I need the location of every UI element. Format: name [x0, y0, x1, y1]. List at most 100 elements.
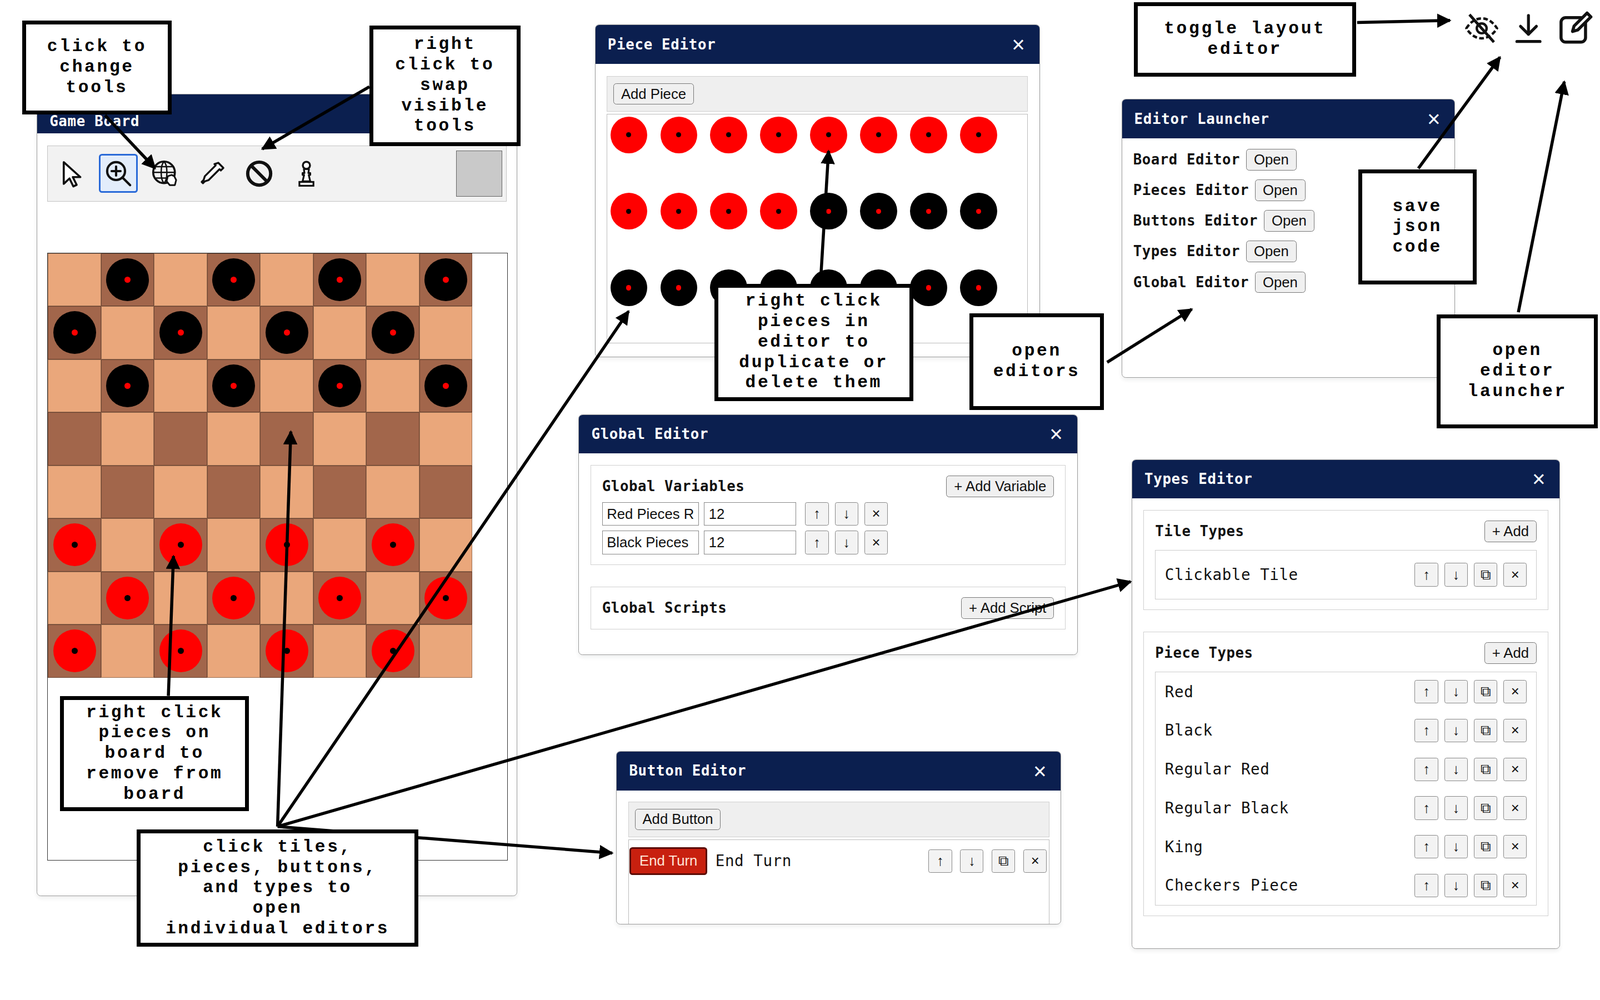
board-tile[interactable] — [366, 253, 420, 307]
board-tile[interactable] — [101, 518, 155, 572]
tool-button[interactable] — [286, 153, 326, 193]
board-tile[interactable] — [419, 306, 473, 360]
board-piece[interactable] — [265, 311, 309, 354]
title-bar[interactable]: Piece Editor× — [595, 25, 1040, 64]
move-up-button[interactable]: ↑ — [1414, 796, 1438, 820]
board-tile[interactable] — [419, 359, 473, 413]
add-variable-button[interactable]: + Add Variable — [946, 475, 1054, 498]
variable-name-field[interactable] — [602, 502, 699, 526]
board-tile[interactable] — [153, 518, 208, 572]
duplicate-button[interactable]: ⧉ — [1473, 873, 1498, 898]
board-piece[interactable] — [53, 523, 97, 567]
board-piece[interactable] — [53, 629, 97, 673]
variable-value-field[interactable] — [703, 502, 796, 526]
board-tile[interactable] — [207, 518, 261, 572]
move-up-button[interactable]: ↑ — [1414, 680, 1438, 704]
move-up-button[interactable]: ↑ — [1414, 835, 1438, 859]
duplicate-button[interactable]: ⧉ — [991, 849, 1015, 873]
delete-button[interactable]: × — [1503, 835, 1527, 859]
board-piece[interactable] — [212, 576, 255, 620]
add-script-button[interactable]: + Add Script — [961, 597, 1054, 619]
board-tile[interactable] — [47, 465, 102, 519]
piece-item[interactable] — [910, 192, 947, 230]
board-tile[interactable] — [153, 624, 208, 678]
open-button[interactable]: Open — [1246, 240, 1297, 263]
move-down-button[interactable]: ↓ — [1444, 796, 1468, 820]
board-tile[interactable] — [207, 624, 261, 678]
tool-button[interactable] — [192, 153, 232, 193]
piece-item[interactable] — [960, 269, 997, 307]
board-tile[interactable] — [366, 571, 420, 625]
tool-button[interactable] — [52, 153, 92, 193]
move-up-button[interactable]: ↑ — [805, 530, 829, 554]
board-tile[interactable] — [419, 518, 473, 572]
delete-button[interactable]: × — [1503, 796, 1527, 820]
duplicate-button[interactable]: ⧉ — [1473, 757, 1498, 782]
delete-button[interactable]: × — [1023, 849, 1047, 873]
variable-value-field[interactable] — [703, 530, 796, 554]
move-down-button[interactable]: ↓ — [960, 849, 984, 873]
delete-button[interactable]: × — [1503, 873, 1527, 898]
title-bar[interactable]: Global Editor× — [578, 415, 1077, 454]
board-tile[interactable] — [101, 306, 155, 360]
board-piece[interactable] — [371, 523, 415, 567]
color-swatch[interactable] — [456, 150, 503, 197]
add-type-button[interactable]: + Add — [1484, 642, 1537, 664]
board-piece[interactable] — [212, 364, 255, 408]
move-down-button[interactable]: ↓ — [1444, 718, 1468, 743]
board-tile[interactable] — [101, 253, 155, 307]
board-tile[interactable] — [260, 253, 314, 307]
open-button[interactable]: Open — [1246, 148, 1297, 171]
board-piece[interactable] — [212, 258, 255, 302]
piece-item[interactable] — [860, 192, 897, 230]
duplicate-button[interactable]: ⧉ — [1473, 680, 1498, 704]
open-button[interactable]: Open — [1263, 210, 1315, 232]
board-tile[interactable] — [101, 624, 155, 678]
board-tile[interactable] — [260, 359, 314, 413]
piece-item[interactable] — [860, 116, 897, 154]
move-up-button[interactable]: ↑ — [1414, 562, 1438, 587]
board-tile[interactable] — [366, 518, 420, 572]
board-tile[interactable] — [313, 359, 367, 413]
add-button-button[interactable]: Add Button — [635, 808, 722, 831]
move-down-button[interactable]: ↓ — [1444, 835, 1468, 859]
board-tile[interactable] — [153, 359, 208, 413]
board-tile[interactable] — [419, 571, 473, 625]
board-tile[interactable] — [207, 359, 261, 413]
download-icon[interactable] — [1508, 8, 1549, 49]
close-button[interactable]: × — [1031, 760, 1049, 783]
type-item[interactable]: Regular Black↑↓⧉× — [1155, 788, 1537, 828]
board-piece[interactable] — [265, 629, 309, 673]
type-item[interactable]: Black↑↓⧉× — [1155, 711, 1537, 750]
type-item[interactable]: Clickable Tile↑↓⧉× — [1155, 550, 1537, 599]
board-tile[interactable] — [207, 306, 261, 360]
board-tile[interactable] — [47, 253, 102, 307]
piece-item[interactable] — [910, 116, 947, 154]
board-tile[interactable] — [47, 306, 102, 360]
open-button[interactable]: Open — [1255, 179, 1306, 202]
board-tile[interactable] — [153, 571, 208, 625]
board-tile[interactable] — [419, 465, 473, 519]
type-item[interactable]: Red↑↓⧉× — [1155, 672, 1537, 712]
board-tile[interactable] — [313, 571, 367, 625]
board-tile[interactable] — [47, 624, 102, 678]
piece-item[interactable] — [960, 116, 997, 154]
close-button[interactable]: × — [1425, 107, 1443, 130]
piece-item[interactable] — [660, 269, 698, 307]
piece-item[interactable] — [760, 192, 797, 230]
board-tile[interactable] — [366, 306, 420, 360]
board-tile[interactable] — [313, 306, 367, 360]
board-tile[interactable] — [260, 518, 314, 572]
board-piece[interactable] — [371, 311, 415, 354]
board-tile[interactable] — [207, 571, 261, 625]
board-tile[interactable] — [260, 412, 314, 466]
board-tile[interactable] — [366, 465, 420, 519]
board-piece[interactable] — [53, 311, 97, 354]
board-piece[interactable] — [424, 258, 468, 302]
add-piece-button[interactable]: Add Piece — [613, 83, 694, 105]
board-tile[interactable] — [366, 412, 420, 466]
delete-button[interactable]: × — [1503, 680, 1527, 704]
board-tile[interactable] — [153, 465, 208, 519]
piece-item[interactable] — [660, 192, 698, 230]
game-button[interactable]: End Turn — [629, 847, 708, 875]
